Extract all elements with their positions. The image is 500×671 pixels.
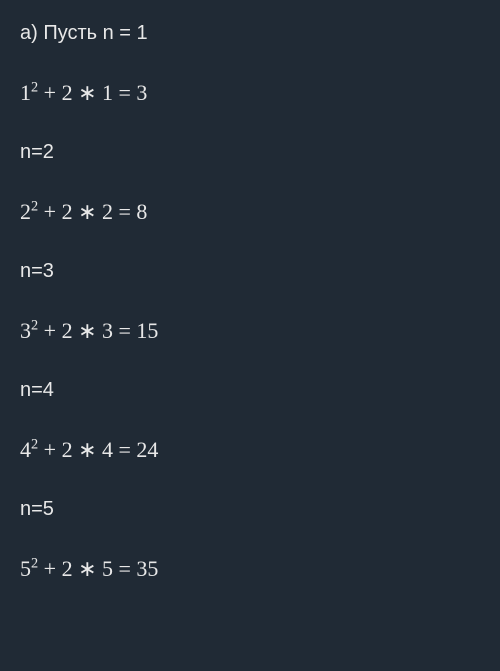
- rest: + 2 ∗ 3 = 15: [38, 318, 158, 343]
- base: 4: [20, 437, 31, 462]
- n3-label: n=3: [20, 256, 480, 286]
- n2-label: n=2: [20, 137, 480, 167]
- equation-n1: 12 + 2 ∗ 1 = 3: [20, 76, 480, 109]
- equation-n4: 42 + 2 ∗ 4 = 24: [20, 433, 480, 466]
- n4-label: n=4: [20, 375, 480, 405]
- base: 5: [20, 556, 31, 581]
- rest: + 2 ∗ 5 = 35: [38, 556, 158, 581]
- equation-n5: 52 + 2 ∗ 5 = 35: [20, 552, 480, 585]
- base: 2: [20, 199, 31, 224]
- rest: + 2 ∗ 2 = 8: [38, 199, 147, 224]
- base: 1: [20, 80, 31, 105]
- equation-n2: 22 + 2 ∗ 2 = 8: [20, 195, 480, 228]
- rest: + 2 ∗ 4 = 24: [38, 437, 158, 462]
- n5-label: n=5: [20, 494, 480, 524]
- rest: + 2 ∗ 1 = 3: [38, 80, 147, 105]
- intro-line: а) Пусть n = 1: [20, 18, 480, 48]
- equation-n3: 32 + 2 ∗ 3 = 15: [20, 314, 480, 347]
- base: 3: [20, 318, 31, 343]
